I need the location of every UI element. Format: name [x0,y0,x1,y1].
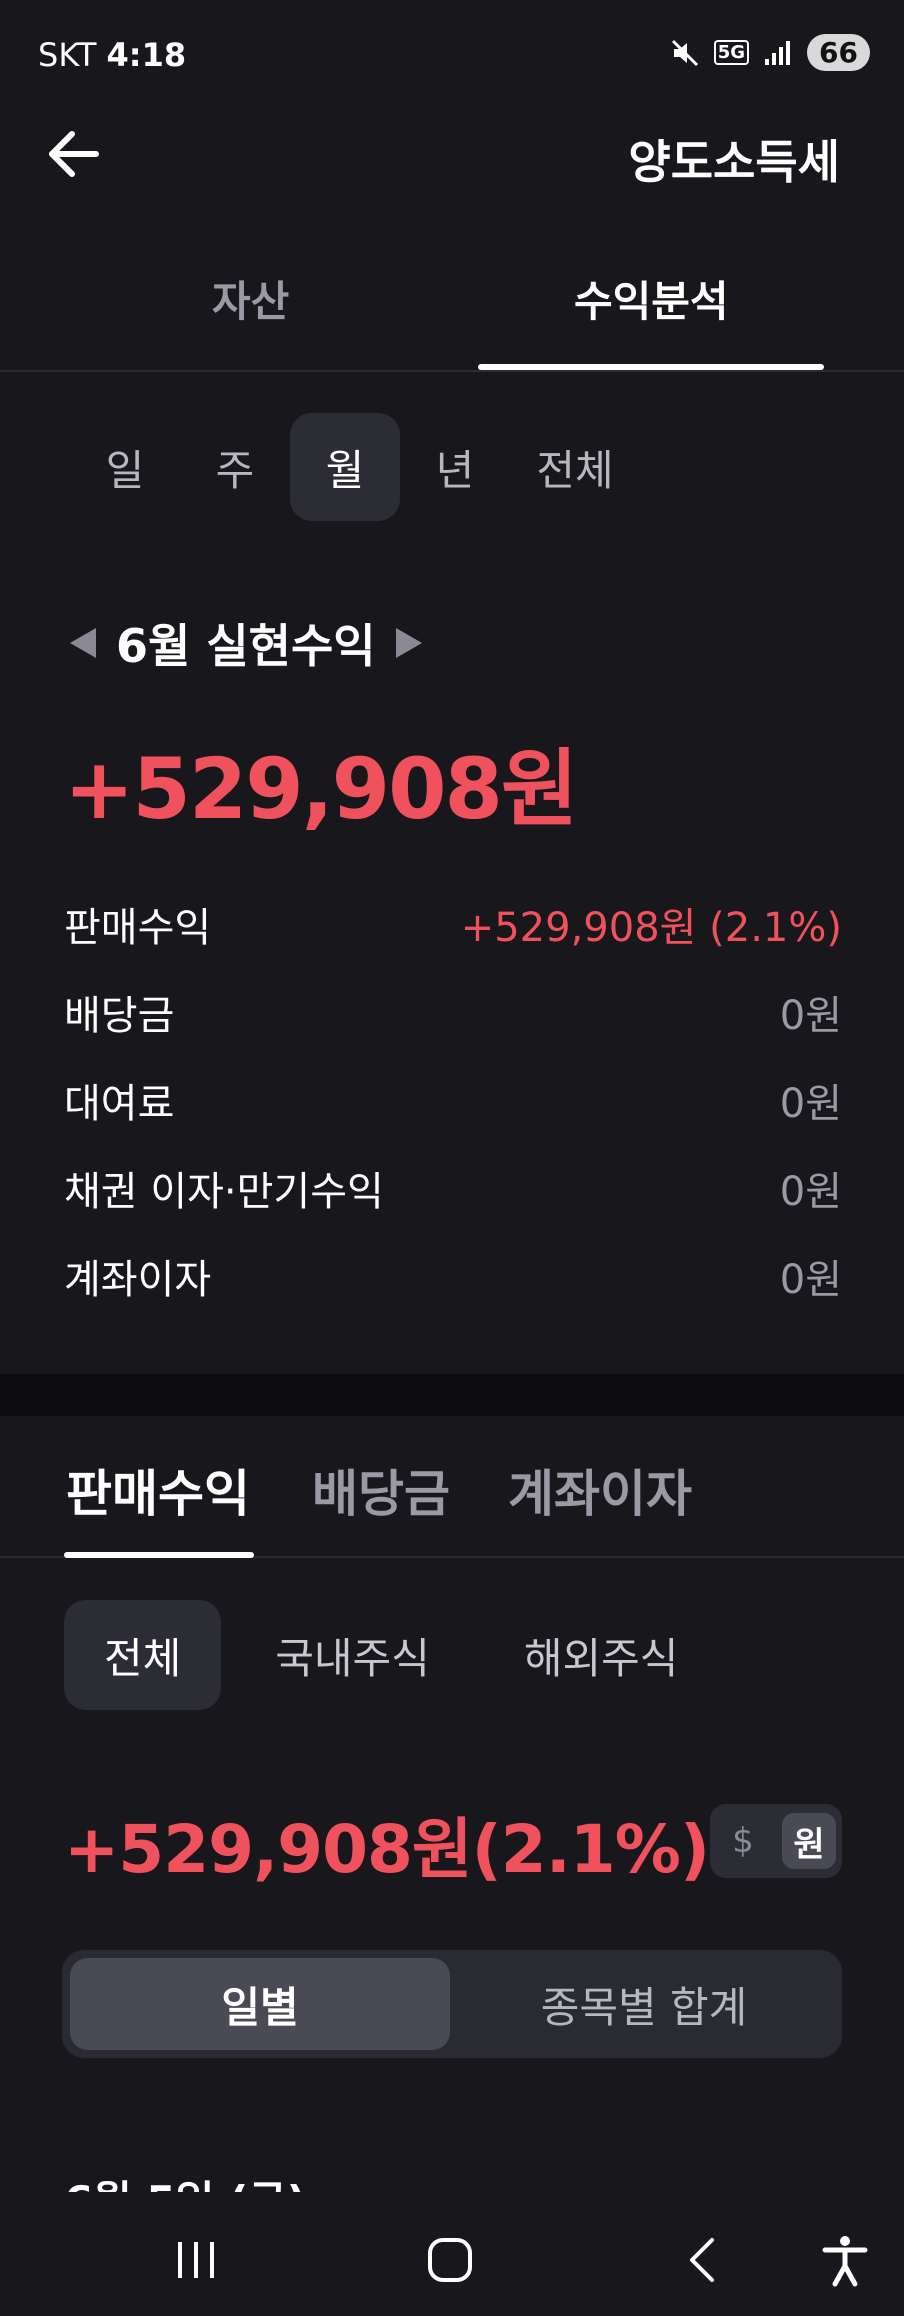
total-profit: +529,908원 [64,740,578,838]
period-year[interactable]: 년 [400,413,510,521]
period-tabs: 일 주 월 년 전체 [70,412,640,522]
arrow-left-icon [49,131,99,177]
home-icon [428,2238,472,2282]
status-time: 4:18 [106,36,187,74]
view-by-stock[interactable]: 종목별 합계 [454,1958,834,2050]
tab-assets[interactable]: 자산 [212,268,289,329]
recent-apps-button[interactable] [166,2230,226,2290]
tab-account-interest[interactable]: 계좌이자 [508,1454,692,1526]
mute-icon [671,39,698,66]
home-button[interactable] [420,2230,480,2290]
breakdown-value: 0원 [779,993,842,1039]
breakdown-value: 0원 [779,1257,842,1303]
view-toggle: 일별 종목별 합계 [62,1950,842,2058]
chevron-left-icon [690,2238,714,2282]
tab-dividend[interactable]: 배당금 [312,1454,450,1526]
breakdown-value: 0원 [779,1169,842,1215]
breakdown-label: 판매수익 [64,905,212,951]
nav-back-button[interactable] [672,2230,732,2290]
currency-krw[interactable]: 원 [782,1813,836,1869]
carrier-name: SKT [38,36,97,74]
list-date-header: 6월 5일 (금) [64,2168,306,2192]
recent-apps-icon [178,2242,214,2278]
system-nav-bar [0,2196,904,2316]
tab-profit-analysis[interactable]: 수익분석 [574,268,729,329]
signal-icon [765,40,791,65]
top-tabs: 자산 수익분석 [0,250,904,372]
section-tabs: 판매수익 배당금 계좌이자 [0,1416,904,1558]
breakdown-value: +529,908원 (2.1%) [460,905,842,951]
period-day[interactable]: 일 [70,413,180,521]
page-title[interactable]: 양도소득세 [628,126,840,192]
breakdown-value: 0원 [779,1081,842,1127]
month-nav: 6월 실현수익 [70,610,422,676]
currency-usd[interactable]: $ [716,1813,770,1869]
sale-profit-amount: +529,908원(2.1%) [64,1811,710,1888]
breakdown-row: 배당금 0원 [64,968,842,1056]
period-week[interactable]: 주 [180,413,290,521]
view-daily[interactable]: 일별 [70,1958,450,2050]
back-button[interactable] [44,124,104,184]
breakdown-label: 계좌이자 [64,1257,212,1303]
breakdown-label: 채권 이자·만기수익 [64,1169,384,1215]
filter-overseas[interactable]: 해외주식 [484,1600,719,1710]
breakdown-label: 배당금 [64,993,175,1039]
currency-toggle[interactable]: $ 원 [710,1804,842,1878]
accessibility-button[interactable] [815,2230,875,2290]
breakdown-row: 채권 이자·만기수익 0원 [64,1144,842,1232]
breakdown-row: 대여료 0원 [64,1056,842,1144]
status-carrier: SKT 4:18 [38,36,186,74]
period-month[interactable]: 월 [290,413,400,521]
network-icon: 5G [713,40,750,65]
status-icons: 5G 66 [670,34,870,71]
market-filters: 전체 국내주식 해외주식 [64,1600,718,1710]
section-tab-indicator [64,1552,254,1558]
tab-sale-profit[interactable]: 판매수익 [66,1454,250,1526]
filter-domestic[interactable]: 국내주식 [235,1600,470,1710]
period-all[interactable]: 전체 [510,413,640,521]
breakdown-row: 판매수익 +529,908원 (2.1%) [64,880,842,968]
next-month-icon[interactable] [395,628,422,658]
status-bar: SKT 4:18 5G 66 [0,0,904,110]
prev-month-icon[interactable] [70,628,96,658]
accessibility-icon [822,2236,868,2287]
filter-all[interactable]: 전체 [64,1600,222,1710]
tab-indicator [478,364,824,370]
month-label: 6월 실현수익 [116,619,376,673]
profit-breakdown: 판매수익 +529,908원 (2.1%) 배당금 0원 대여료 0원 채권 이… [64,880,842,1320]
battery-icon: 66 [807,34,870,71]
section-divider [0,1374,904,1416]
breakdown-row: 계좌이자 0원 [64,1232,842,1320]
breakdown-label: 대여료 [64,1081,175,1127]
